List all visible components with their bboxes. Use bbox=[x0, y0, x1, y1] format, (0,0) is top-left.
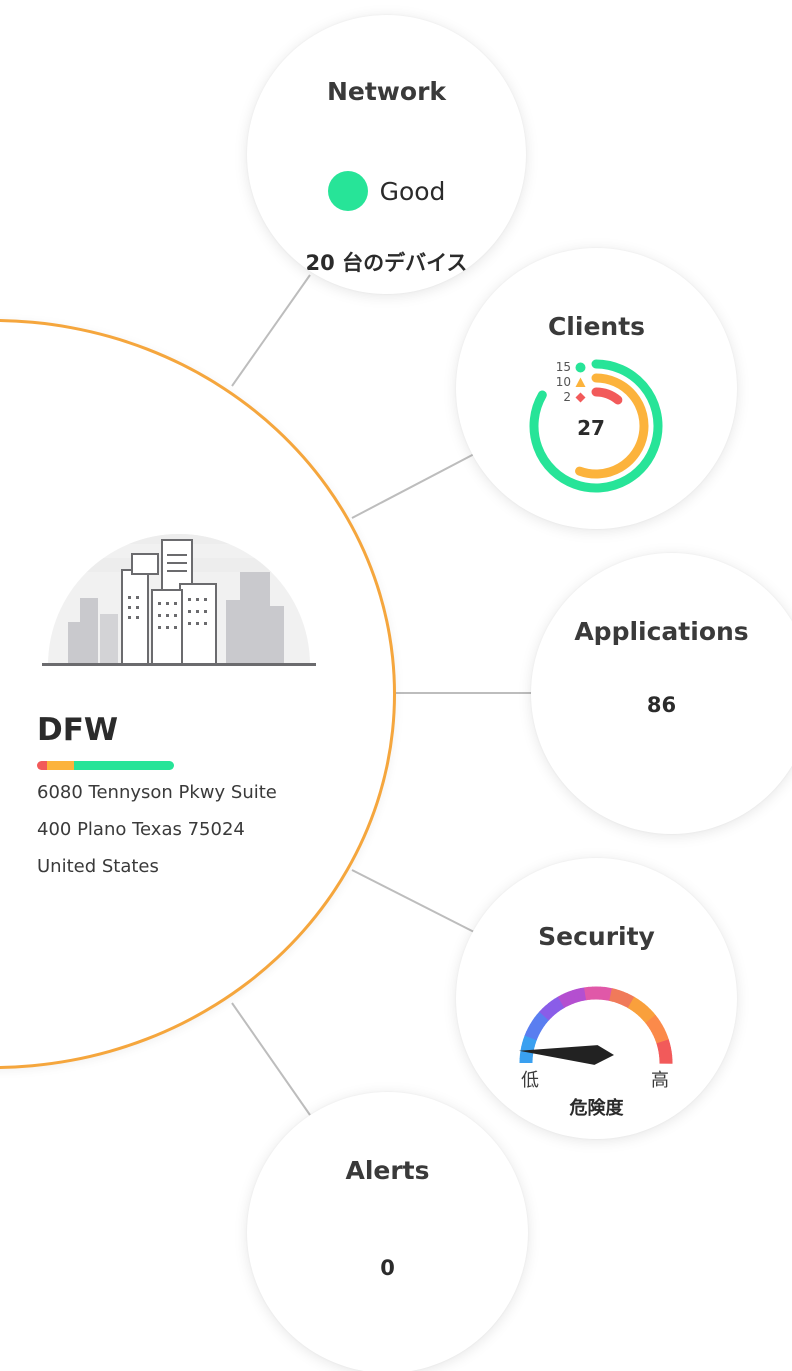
ring-poor bbox=[591, 387, 623, 405]
clients-bubble[interactable]: Clients 15 10 2 27 bbox=[456, 248, 737, 529]
alerts-title: Alerts bbox=[345, 1156, 430, 1185]
legend-fair: 10 bbox=[542, 375, 586, 390]
legend-poor: 2 bbox=[542, 390, 586, 405]
security-bubble[interactable]: Security 低 高 危険度 bbox=[456, 858, 737, 1139]
network-device-count[interactable]: 20 台のデバイス bbox=[297, 247, 476, 279]
legend-count-poor: 2 bbox=[563, 390, 571, 404]
site-name[interactable]: DFW bbox=[37, 712, 118, 748]
status-good-icon bbox=[327, 171, 368, 211]
health-segment-fair bbox=[46, 761, 74, 770]
connector-network bbox=[231, 274, 311, 387]
gauge-low-label: 低 bbox=[521, 1070, 539, 1091]
site-address: 6080 Tennyson Pkwy Suite 400 Plano Texas… bbox=[37, 774, 337, 885]
address-line-1: 6080 Tennyson Pkwy Suite bbox=[37, 782, 277, 803]
address-line-3: United States bbox=[37, 856, 159, 877]
gauge-high-label: 高 bbox=[651, 1070, 669, 1091]
health-segment-good bbox=[73, 761, 174, 770]
applications-count: 86 bbox=[646, 693, 677, 717]
legend-count-fair: 10 bbox=[555, 375, 571, 389]
circle-icon bbox=[575, 362, 586, 373]
site-health-bar bbox=[37, 761, 174, 770]
alerts-bubble[interactable]: Alerts 0 bbox=[247, 1092, 528, 1371]
network-status: Good bbox=[247, 171, 526, 211]
network-status-label: Good bbox=[379, 176, 446, 206]
risk-label: 危険度 bbox=[569, 1098, 624, 1119]
diamond-icon bbox=[575, 392, 586, 403]
legend-good: 15 bbox=[542, 360, 586, 375]
connector-alerts bbox=[231, 1002, 311, 1116]
building-illustration bbox=[42, 534, 316, 666]
health-segment-poor bbox=[37, 761, 47, 770]
alerts-count: 0 bbox=[380, 1256, 395, 1280]
address-line-2: 400 Plano Texas 75024 bbox=[37, 819, 245, 840]
applications-title: Applications bbox=[574, 617, 749, 646]
clients-total: 27 bbox=[577, 416, 605, 440]
site-topology-view: DFW 6080 Tennyson Pkwy Suite 400 Plano T… bbox=[0, 0, 792, 1371]
network-title: Network bbox=[326, 77, 447, 106]
legend-count-good: 15 bbox=[555, 360, 571, 374]
clients-legend: 15 10 2 bbox=[542, 360, 586, 405]
triangle-icon bbox=[575, 377, 586, 387]
clients-ring-chart bbox=[529, 359, 663, 493]
